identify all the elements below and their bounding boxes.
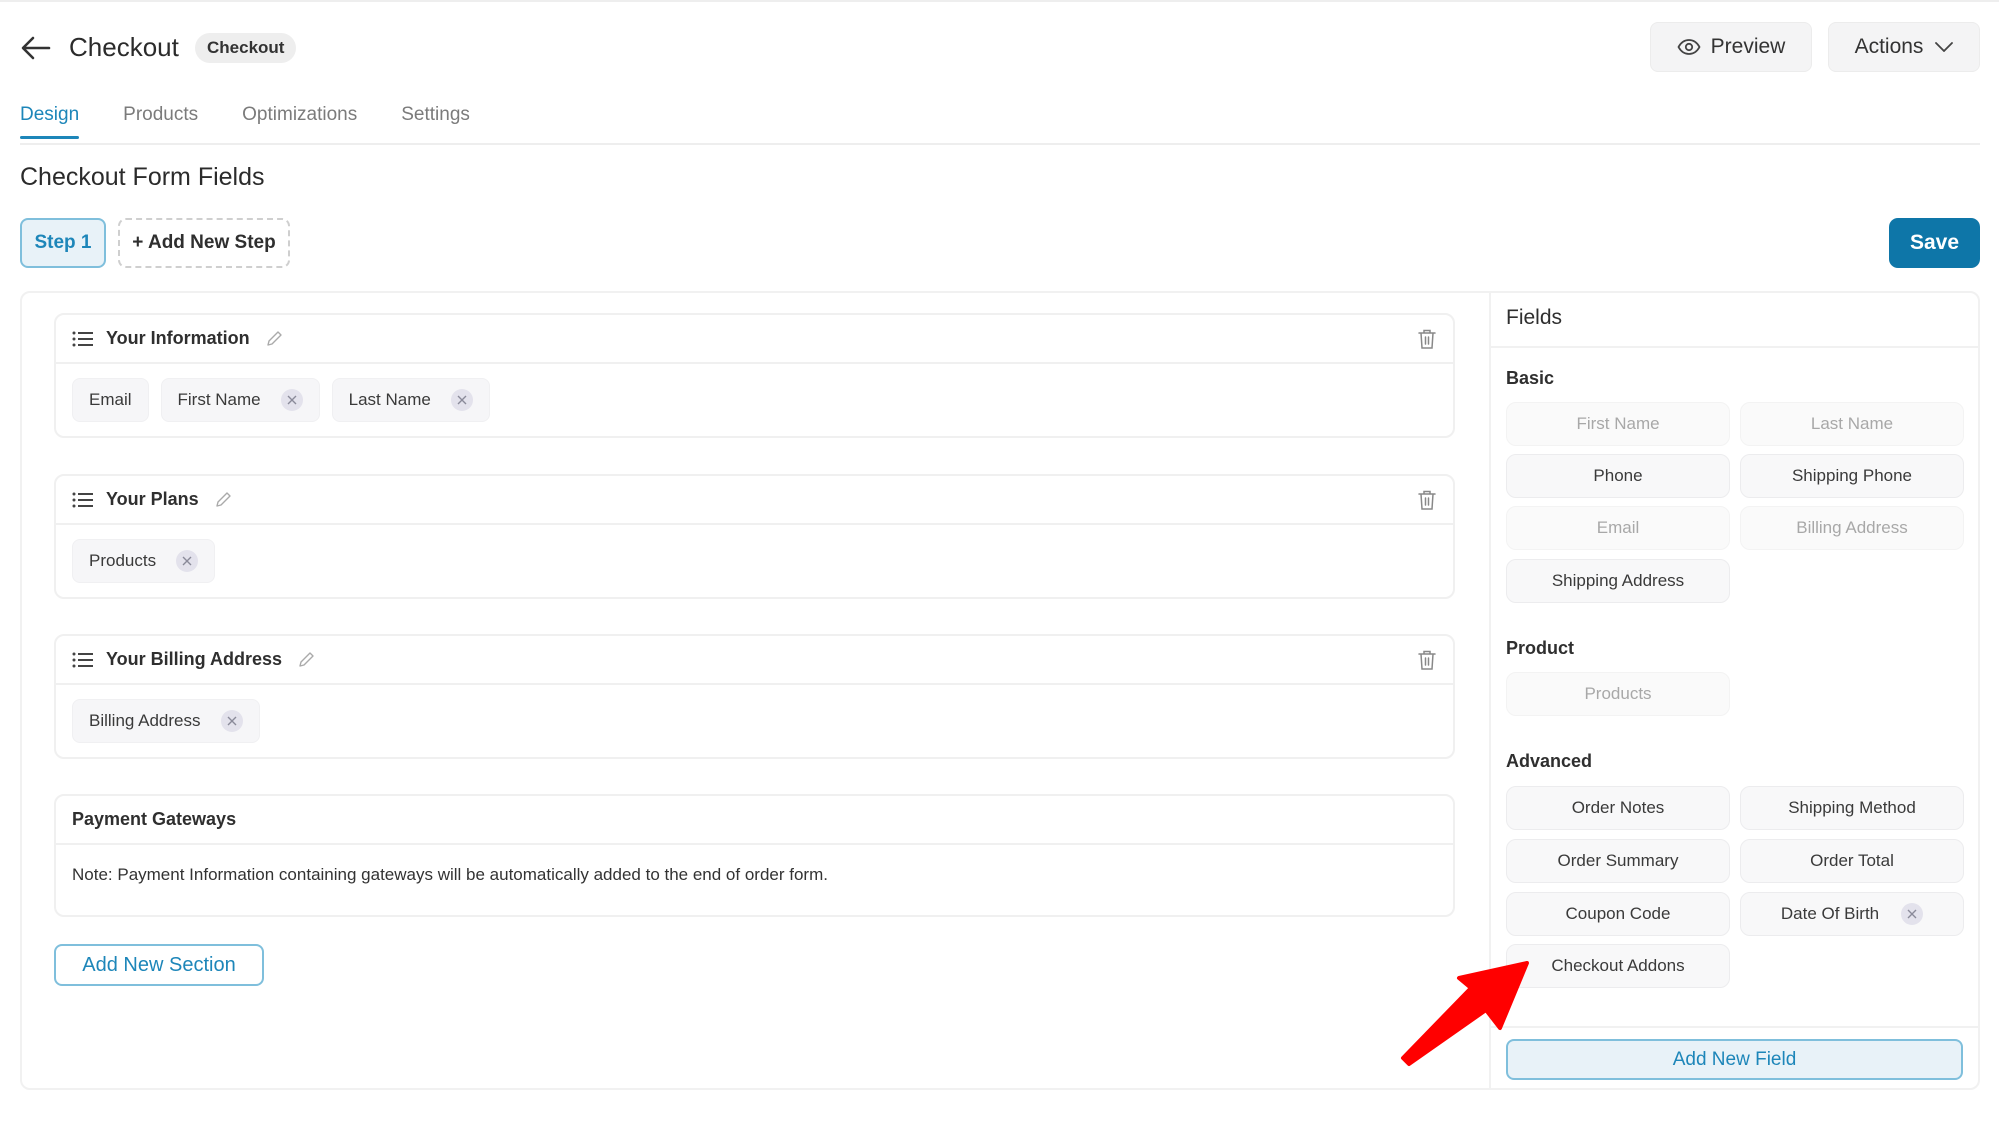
chip-label: Last Name — [348, 390, 431, 409]
field-chip-billing-address[interactable]: Billing Address — [72, 699, 260, 743]
section-fields: Billing Address — [56, 685, 1453, 757]
drag-handle-icon[interactable] — [72, 651, 94, 669]
actions-dropdown[interactable]: Actions — [1828, 22, 1980, 72]
chip-label: First Name — [177, 390, 261, 409]
trash-icon[interactable] — [1417, 489, 1437, 511]
page-type-badge: Checkout — [195, 33, 297, 63]
payment-note: Note: Payment Information containing gat… — [72, 865, 828, 884]
field-button-shipping-address[interactable]: Shipping Address — [1506, 559, 1730, 603]
remove-field-button[interactable] — [280, 389, 303, 411]
top-border — [0, 0, 1999, 2]
section-title: Your Billing Address — [106, 649, 283, 669]
save-button[interactable]: Save — [1889, 218, 1980, 268]
tab-settings[interactable]: Settings — [401, 104, 470, 138]
section-title: Your Plans — [106, 489, 199, 509]
field-button-order-total[interactable]: Order Total — [1740, 839, 1964, 883]
close-icon — [182, 556, 192, 566]
field-button-first-name: First Name — [1506, 402, 1730, 446]
close-icon — [457, 395, 467, 405]
pencil-icon[interactable] — [296, 650, 316, 670]
preview-label: Preview — [1710, 35, 1786, 58]
panel-divider — [1489, 291, 1491, 1090]
section-header: Your Billing Address — [56, 636, 1453, 685]
section-fields: Products — [56, 525, 1453, 597]
tab-design[interactable]: Design — [20, 104, 80, 139]
chevron-down-icon — [1935, 42, 1954, 52]
fields-panel-title: Fields — [1506, 306, 1563, 329]
section-card-your-plans: Your Plans Products — [54, 474, 1455, 599]
pencil-icon[interactable] — [264, 329, 284, 349]
field-button-label: Date Of Birth — [1780, 904, 1880, 923]
group-label-advanced: Advanced — [1506, 751, 1593, 771]
page-title: Checkout — [69, 32, 179, 62]
remove-field-button[interactable] — [220, 710, 243, 732]
payment-gateways-card: Payment Gateways Note: Payment Informati… — [54, 794, 1455, 917]
drag-handle-icon[interactable] — [72, 330, 94, 348]
field-chip-email[interactable]: Email — [72, 378, 149, 422]
add-section-button[interactable]: Add New Section — [54, 944, 264, 986]
trash-icon[interactable] — [1417, 328, 1437, 350]
add-step-button[interactable]: + Add New Step — [118, 218, 290, 268]
field-button-billing-address: Billing Address — [1740, 506, 1964, 550]
chip-label: Products — [89, 551, 157, 570]
field-button-products: Products — [1506, 672, 1730, 716]
field-button-phone[interactable]: Phone — [1506, 454, 1730, 498]
chip-label: Email — [89, 390, 132, 409]
form-heading: Checkout Form Fields — [20, 163, 265, 191]
arrow-left-icon — [21, 36, 51, 60]
field-chip-last-name[interactable]: Last Name — [331, 378, 490, 422]
eye-icon — [1677, 39, 1701, 55]
preview-button[interactable]: Preview — [1650, 22, 1812, 72]
remove-field-button[interactable] — [176, 550, 199, 572]
actions-label: Actions — [1854, 35, 1924, 58]
section-card-your-information: Your Information Email First Name Last N… — [54, 313, 1455, 438]
field-button-shipping-method[interactable]: Shipping Method — [1740, 786, 1964, 830]
field-button-shipping-phone[interactable]: Shipping Phone — [1740, 454, 1964, 498]
tab-products[interactable]: Products — [123, 104, 198, 138]
field-button-last-name: Last Name — [1740, 402, 1964, 446]
section-header: Your Information — [56, 315, 1453, 364]
field-button-email: Email — [1506, 506, 1730, 550]
field-button-date-of-birth[interactable]: Date Of Birth — [1740, 892, 1964, 936]
field-chip-first-name[interactable]: First Name — [160, 378, 320, 422]
section-title: Your Information — [106, 328, 250, 348]
chip-label: Billing Address — [89, 711, 201, 730]
drag-handle-icon[interactable] — [72, 491, 94, 509]
tab-bar: Design Products Optimizations Settings — [20, 104, 514, 139]
payment-header: Payment Gateways — [56, 796, 1453, 845]
field-button-order-summary[interactable]: Order Summary — [1506, 839, 1730, 883]
field-button-coupon-code[interactable]: Coupon Code — [1506, 892, 1730, 936]
trash-icon[interactable] — [1417, 649, 1437, 671]
tab-optimizations[interactable]: Optimizations — [242, 104, 357, 138]
close-icon — [287, 395, 297, 405]
group-label-product: Product — [1506, 638, 1575, 658]
close-icon — [1907, 909, 1917, 919]
back-button[interactable] — [20, 34, 52, 62]
tabs-divider — [20, 143, 1980, 145]
field-button-checkout-addons[interactable]: Checkout Addons — [1506, 944, 1730, 988]
remove-field-button[interactable] — [450, 389, 473, 411]
field-button-order-notes[interactable]: Order Notes — [1506, 786, 1730, 830]
section-fields: Email First Name Last Name — [56, 364, 1453, 436]
section-header: Your Plans — [56, 476, 1453, 525]
fields-footer-divider — [1491, 1026, 1978, 1028]
payment-title: Payment Gateways — [72, 809, 237, 829]
field-chip-products[interactable]: Products — [72, 539, 216, 583]
close-icon — [227, 716, 237, 726]
section-card-your-billing-address: Your Billing Address Billing Address — [54, 634, 1455, 759]
step-1-button[interactable]: Step 1 — [20, 218, 106, 268]
remove-custom-field-button[interactable] — [1901, 903, 1924, 925]
group-label-basic: Basic — [1506, 368, 1555, 388]
add-new-field-button[interactable]: Add New Field — [1506, 1039, 1963, 1080]
fields-divider — [1491, 346, 1978, 348]
pencil-icon[interactable] — [213, 490, 233, 510]
